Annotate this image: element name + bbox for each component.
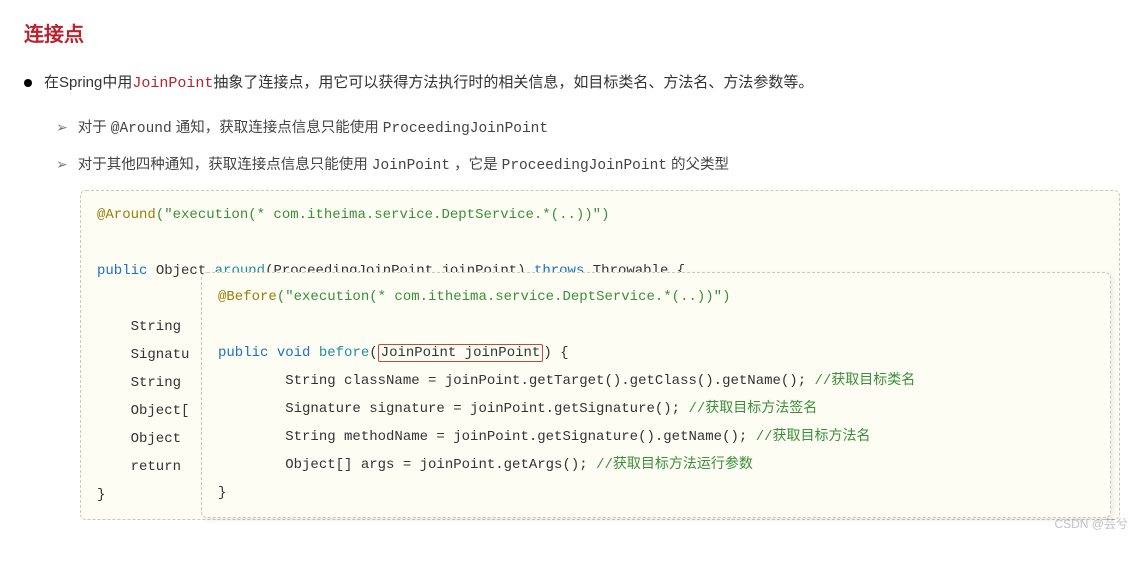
sub-bullet-2: ➢ 对于其他四种通知，获取连接点信息只能使用 JoinPoint ，它是 Pro…: [56, 153, 1118, 174]
s0-mono2: ProceedingJoinPoint: [383, 121, 548, 137]
bullet-main-text: 在Spring中用JoinPoint抽象了连接点，用它可以获得方法执行时的相关信…: [44, 71, 813, 96]
s1-mono: JoinPoint: [372, 158, 450, 174]
ann-before-arg: ("execution(* com.itheima.service.DeptSe…: [277, 289, 731, 305]
body1: String className = joinPoint.getTarget()…: [218, 373, 815, 389]
ann-before: @Before: [218, 289, 277, 305]
line-signat: Signatu: [97, 347, 189, 363]
kw-void: void: [277, 345, 311, 361]
code-around-box: @Around("execution(* com.itheima.service…: [80, 190, 1120, 520]
sub-text-2: 对于其他四种通知，获取连接点信息只能使用 JoinPoint ，它是 Proce…: [78, 153, 729, 174]
ann-around-arg: ("execution(* com.itheima.service.DeptSe…: [156, 207, 610, 223]
cmt2: //获取目标方法签名: [688, 401, 817, 417]
line-return: return: [97, 459, 189, 475]
s1-mono2: ProceedingJoinPoint: [502, 158, 667, 174]
line-objarr: Object[: [97, 403, 189, 419]
s0-mono: @Around: [111, 121, 172, 137]
code-before-box: @Before("execution(* com.itheima.service…: [201, 272, 1111, 518]
line-string1: String: [97, 319, 189, 335]
s1-pre: 对于其他四种通知，获取连接点信息只能使用: [78, 157, 372, 173]
body3: String methodName = joinPoint.getSignatu…: [218, 429, 756, 445]
joinpoint-highlight: JoinPoint: [132, 75, 213, 92]
body2: Signature signature = joinPoint.getSigna…: [218, 401, 688, 417]
cmt4: //获取目标方法运行参数: [596, 457, 753, 473]
kw-public: public: [97, 263, 147, 279]
page-title: 连接点: [24, 18, 1118, 47]
s1-mid: ，它是: [450, 157, 502, 173]
main-post: 抽象了连接点，用它可以获得方法执行时的相关信息，如目标类名、方法名、方法参数等。: [213, 74, 813, 91]
line-object: Object: [97, 431, 189, 447]
method-before: before: [319, 345, 369, 361]
cmt1: //获取目标类名: [815, 373, 916, 389]
s0-mid: 通知，获取连接点信息只能使用: [172, 120, 383, 136]
chevron-icon: ➢: [56, 119, 68, 136]
cmt3: //获取目标方法名: [756, 429, 871, 445]
ret-type: Object: [156, 263, 206, 279]
ann-around: @Around: [97, 207, 156, 223]
bullet-disc-icon: [24, 79, 32, 87]
outer-close: }: [97, 487, 105, 503]
s1-tail: 的父类型: [667, 157, 729, 173]
bullet-main: 在Spring中用JoinPoint抽象了连接点，用它可以获得方法执行时的相关信…: [24, 71, 1118, 96]
kw-public2: public: [218, 345, 268, 361]
joinpoint-param-highlight: JoinPoint joinPoint: [378, 344, 544, 362]
inner-close: }: [218, 485, 226, 501]
s0-pre: 对于: [78, 120, 111, 136]
sub-bullet-1: ➢ 对于 @Around 通知，获取连接点信息只能使用 ProceedingJo…: [56, 116, 1118, 137]
sub-bullet-list: ➢ 对于 @Around 通知，获取连接点信息只能使用 ProceedingJo…: [24, 116, 1118, 174]
body4: Object[] args = joinPoint.getArgs();: [218, 457, 596, 473]
main-pre: 在Spring中用: [44, 74, 132, 91]
chevron-icon: ➢: [56, 156, 68, 173]
sub-text-1: 对于 @Around 通知，获取连接点信息只能使用 ProceedingJoin…: [78, 116, 548, 137]
line-string2: String: [97, 375, 189, 391]
